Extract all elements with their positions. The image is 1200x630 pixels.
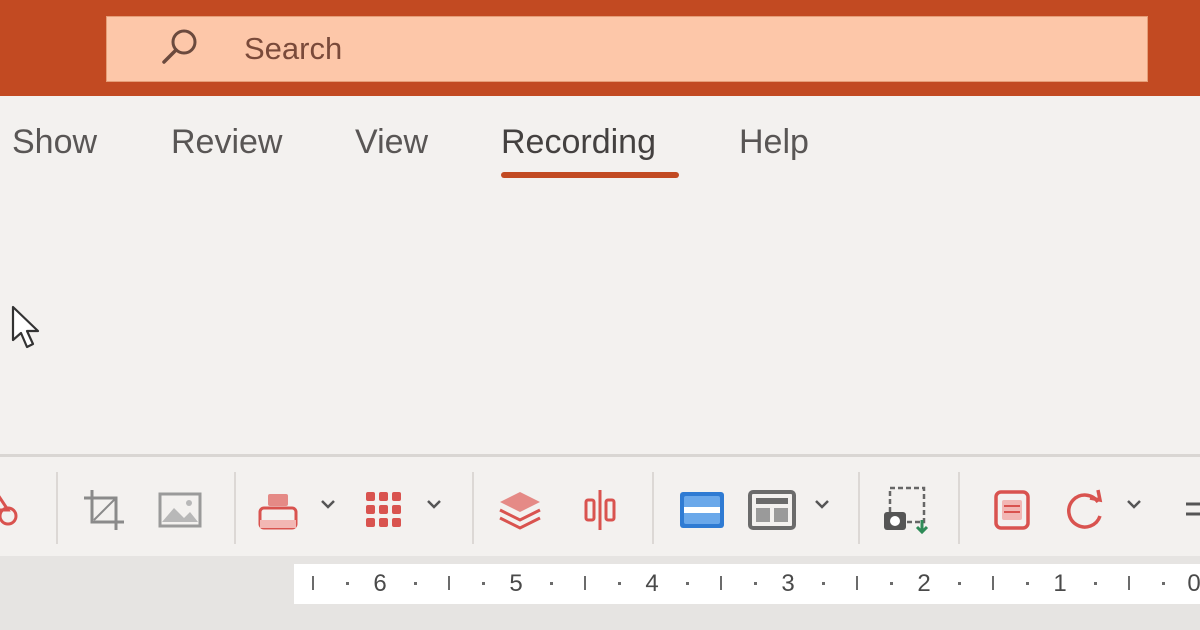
dot-grid-icon[interactable] [360,486,408,534]
ruler-number: 4 [645,570,659,597]
crop-icon[interactable] [80,486,128,534]
ruler-tick [448,576,450,590]
ruler-tick [720,576,722,590]
chevron-down-icon[interactable] [812,494,832,514]
ruler-tick [584,576,586,590]
ruler-tick [1094,582,1097,585]
refresh-icon[interactable] [1060,486,1108,534]
ruler-tick [856,576,858,590]
ruler-tick [754,582,757,585]
ruler-tick [958,582,961,585]
ruler-tick [890,582,893,585]
screenshot-icon[interactable] [882,486,930,534]
chevron-down-icon[interactable] [1124,494,1144,514]
ruler-tick [618,582,621,585]
ruler-tick [312,576,314,590]
ruler-number: 2 [917,570,931,597]
more-icon[interactable] [1180,486,1200,534]
shapes-icon[interactable] [0,486,34,534]
picture-icon[interactable] [156,486,204,534]
ruler-tick [414,582,417,585]
layout-icon[interactable] [748,486,796,534]
ruler-tick [346,582,349,585]
ruler-number: 3 [781,570,795,597]
ribbon-divider [0,454,1200,457]
ruler-tick [482,582,485,585]
ruler-number: 0 [1187,570,1200,597]
chevron-down-icon[interactable] [424,494,444,514]
active-tab-indicator [501,172,679,178]
toolbar-separator [858,472,860,544]
ruler-number: 6 [373,570,387,597]
ruler-tick [550,582,553,585]
toolbar-separator [958,472,960,544]
tab-show[interactable]: Show [12,120,97,164]
toolbar-separator [56,472,58,544]
tab-recording[interactable]: Recording [501,120,656,164]
ruler-tick [686,582,689,585]
tab-help[interactable]: Help [739,120,809,164]
search-icon [162,29,197,64]
layers-icon[interactable] [496,486,544,534]
toolbar-separator [472,472,474,544]
fill-icon[interactable] [254,486,302,534]
tab-view[interactable]: View [355,120,428,164]
search-placeholder: Search [244,31,343,66]
toolbar-separator [234,472,236,544]
ruler-tick [1026,582,1029,585]
ruler-tick [822,582,825,585]
ruler-tick [1162,582,1165,585]
blue-panel-icon[interactable] [678,486,726,534]
chevron-down-icon[interactable] [318,494,338,514]
mouse-cursor-icon [11,305,40,349]
tab-review[interactable]: Review [171,120,282,164]
ruler-tick [992,576,994,590]
toolbar-separator [652,472,654,544]
ruler-tick [1128,576,1130,590]
notes-icon[interactable] [988,486,1036,534]
ruler-number: 1 [1053,570,1067,597]
align-icon[interactable] [576,486,624,534]
ruler-number: 5 [509,570,523,597]
